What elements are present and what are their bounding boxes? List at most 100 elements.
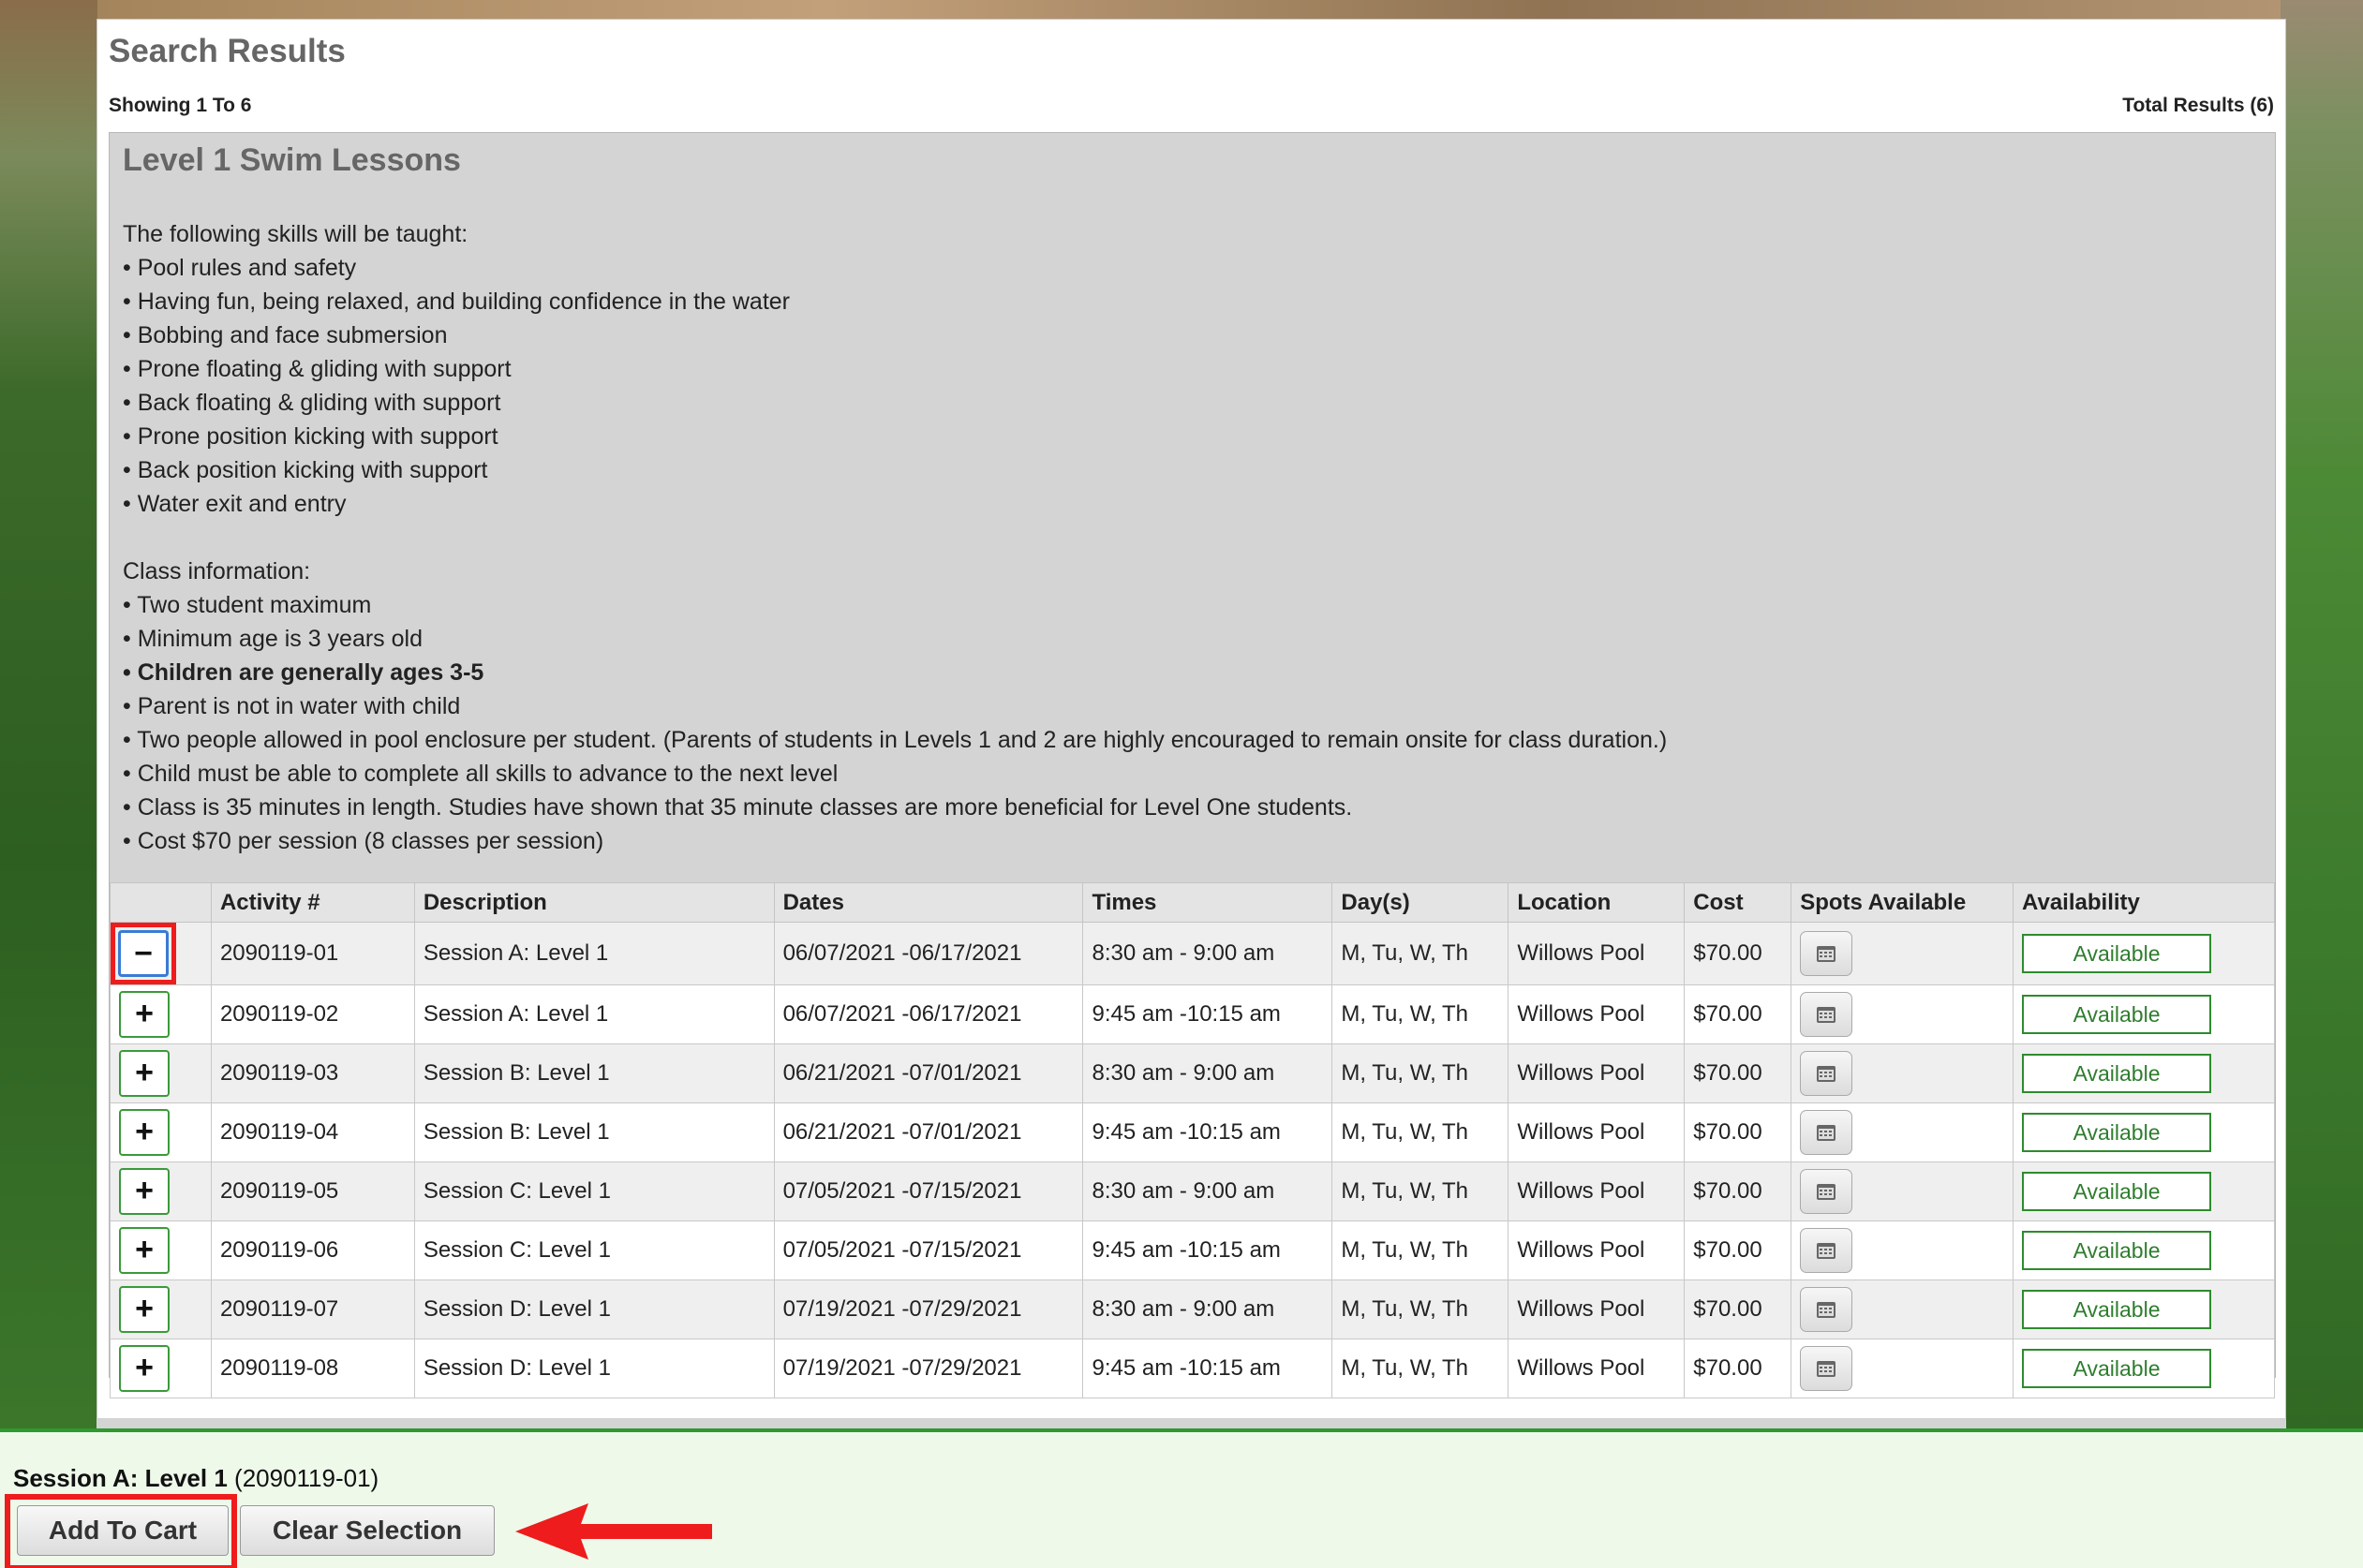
- spots-cell: [1791, 1280, 2014, 1339]
- calendar-icon[interactable]: [1800, 931, 1853, 976]
- session-description: Session A: Level 1: [413, 922, 775, 985]
- activity-description: The following skills will be taught: • P…: [123, 217, 2259, 858]
- calendar-icon[interactable]: [1800, 992, 1853, 1037]
- class-info-item: • Cost $70 per session (8 classes per se…: [123, 828, 604, 854]
- clear-selection-button[interactable]: Clear Selection: [240, 1505, 495, 1556]
- session-dates: 07/05/2021 -07/15/2021: [773, 1220, 1084, 1280]
- calendar-icon[interactable]: [1800, 1287, 1853, 1332]
- activity-number: 2090119-01: [210, 922, 415, 985]
- session-description: Session C: Level 1: [413, 1161, 775, 1221]
- class-info-item: • Parent is not in water with child: [123, 693, 461, 719]
- activity-number: 2090119-03: [210, 1043, 415, 1103]
- table-row: +2090119-02 Session A: Level 1 06/07/2021 …: [110, 984, 2275, 1044]
- availability-badge[interactable]: Available: [2022, 1349, 2212, 1388]
- availability-badge[interactable]: Available: [2022, 995, 2212, 1034]
- select-button[interactable]: +: [119, 1345, 170, 1392]
- session-location: Willows Pool: [1508, 1043, 1686, 1103]
- activity-card: Level 1 Swim Lessons The following skill…: [109, 132, 2276, 1398]
- select-button[interactable]: +: [119, 991, 170, 1038]
- availability-badge[interactable]: Available: [2022, 934, 2212, 973]
- select-button[interactable]: +: [119, 1286, 170, 1333]
- sessions-table: Activity # Description Dates Times Day(s…: [110, 882, 2275, 1398]
- availability-cell: Available: [2013, 922, 2275, 985]
- availability-cell: Available: [2013, 1280, 2275, 1339]
- availability-badge[interactable]: Available: [2022, 1113, 2212, 1152]
- select-button[interactable]: +: [119, 1109, 170, 1156]
- session-times: 9:45 am -10:15 am: [1082, 1102, 1333, 1162]
- availability-cell: Available: [2013, 984, 2275, 1044]
- session-description: Session B: Level 1: [413, 1102, 775, 1162]
- col-spots: Spots Available: [1791, 882, 2014, 923]
- table-row: +2090119-04 Session B: Level 1 06/21/2021 …: [110, 1102, 2275, 1162]
- availability-badge[interactable]: Available: [2022, 1290, 2212, 1329]
- showing-count: Showing 1 To 6: [109, 95, 252, 116]
- spots-cell: [1791, 1339, 2014, 1398]
- spots-cell: [1791, 1220, 2014, 1280]
- session-times: 9:45 am -10:15 am: [1082, 1339, 1333, 1398]
- activity-number: 2090119-08: [210, 1339, 415, 1398]
- class-info-item: • Two people allowed in pool enclosure p…: [123, 727, 1668, 753]
- add-to-cart-button[interactable]: Add To Cart: [17, 1505, 229, 1556]
- class-info-item: • Class is 35 minutes in length. Studies…: [123, 794, 1353, 821]
- session-days: M, Tu, W, Th: [1331, 1102, 1509, 1162]
- class-info-item: • Minimum age is 3 years old: [123, 626, 423, 652]
- session-cost: $70.00: [1684, 984, 1792, 1044]
- availability-badge[interactable]: Available: [2022, 1172, 2212, 1211]
- session-dates: 06/21/2021 -07/01/2021: [773, 1102, 1084, 1162]
- select-button[interactable]: +: [119, 1227, 170, 1274]
- select-button[interactable]: +: [119, 1050, 170, 1097]
- class-info-item: • Two student maximum: [123, 592, 372, 618]
- session-days: M, Tu, W, Th: [1331, 922, 1509, 985]
- col-dates: Dates: [773, 882, 1084, 923]
- session-location: Willows Pool: [1508, 984, 1686, 1044]
- red-arrow-icon: [515, 1503, 712, 1560]
- session-times: 8:30 am - 9:00 am: [1082, 922, 1333, 985]
- table-row: +2090119-08 Session D: Level 1 07/19/2021 …: [110, 1339, 2275, 1398]
- page-title: Search Results: [109, 33, 346, 69]
- session-days: M, Tu, W, Th: [1331, 984, 1509, 1044]
- calendar-icon[interactable]: [1800, 1110, 1853, 1155]
- select-cell: +: [110, 1220, 212, 1280]
- session-location: Willows Pool: [1508, 1280, 1686, 1339]
- session-days: M, Tu, W, Th: [1331, 1220, 1509, 1280]
- spots-cell: [1791, 1161, 2014, 1221]
- col-description: Description: [413, 882, 775, 923]
- session-times: 8:30 am - 9:00 am: [1082, 1043, 1333, 1103]
- activity-number: 2090119-04: [210, 1102, 415, 1162]
- calendar-icon[interactable]: [1800, 1169, 1853, 1214]
- availability-cell: Available: [2013, 1102, 2275, 1162]
- background-left: [0, 0, 97, 1568]
- session-location: Willows Pool: [1508, 1220, 1686, 1280]
- skill-item: • Having fun, being relaxed, and buildin…: [123, 288, 790, 315]
- session-dates: 07/19/2021 -07/29/2021: [773, 1280, 1084, 1339]
- class-info-intro: Class information:: [123, 558, 311, 584]
- calendar-icon[interactable]: [1800, 1346, 1853, 1391]
- session-dates: 06/07/2021 -06/17/2021: [773, 922, 1084, 985]
- session-days: M, Tu, W, Th: [1331, 1280, 1509, 1339]
- selection-bar: Session A: Level 1 (2090119-01) Add To C…: [0, 1428, 2363, 1568]
- deselect-button[interactable]: −: [118, 930, 169, 977]
- session-times: 9:45 am -10:15 am: [1082, 984, 1333, 1044]
- spots-cell: [1791, 922, 2014, 985]
- calendar-icon[interactable]: [1800, 1051, 1853, 1096]
- calendar-icon[interactable]: [1800, 1228, 1853, 1273]
- availability-badge[interactable]: Available: [2022, 1231, 2212, 1270]
- table-row: +2090119-03 Session B: Level 1 06/21/2021 …: [110, 1043, 2275, 1103]
- select-cell: −: [110, 922, 212, 985]
- activity-title: Level 1 Swim Lessons: [123, 142, 461, 178]
- select-button[interactable]: +: [119, 1168, 170, 1215]
- activity-number: 2090119-07: [210, 1280, 415, 1339]
- session-location: Willows Pool: [1508, 1102, 1686, 1162]
- select-cell: +: [110, 1339, 212, 1398]
- session-location: Willows Pool: [1508, 922, 1686, 985]
- availability-cell: Available: [2013, 1220, 2275, 1280]
- select-cell: +: [110, 984, 212, 1044]
- activity-number: 2090119-05: [210, 1161, 415, 1221]
- session-days: M, Tu, W, Th: [1331, 1339, 1509, 1398]
- availability-badge[interactable]: Available: [2022, 1054, 2212, 1093]
- skill-item: • Prone position kicking with support: [123, 423, 498, 450]
- session-dates: 06/07/2021 -06/17/2021: [773, 984, 1084, 1044]
- select-cell: +: [110, 1043, 212, 1103]
- session-times: 8:30 am - 9:00 am: [1082, 1280, 1333, 1339]
- session-description: Session C: Level 1: [413, 1220, 775, 1280]
